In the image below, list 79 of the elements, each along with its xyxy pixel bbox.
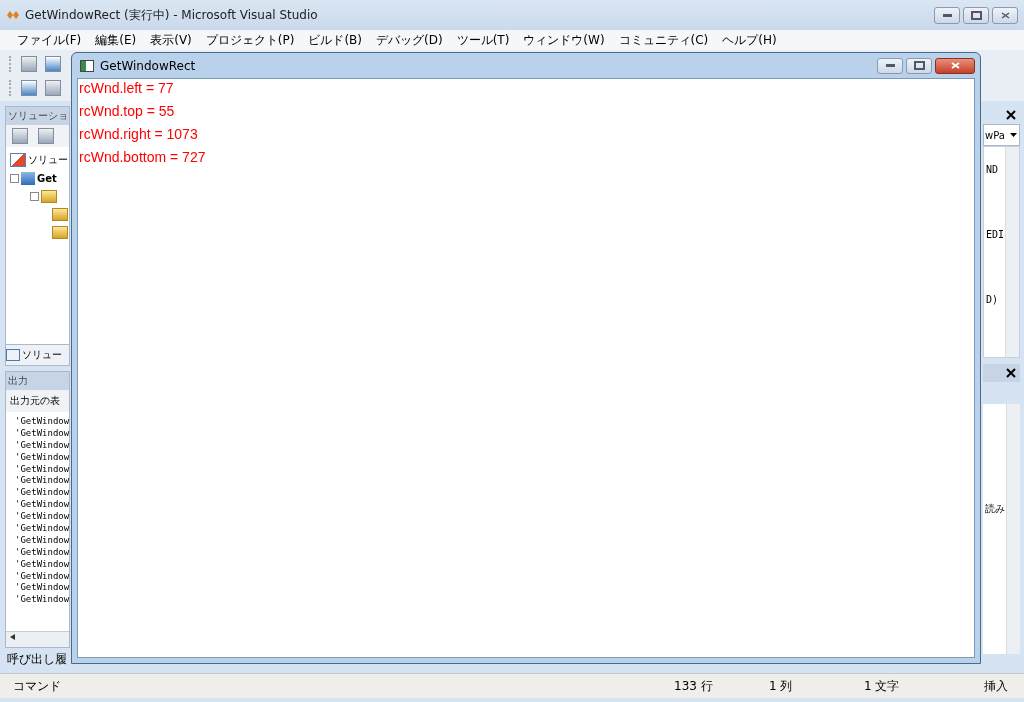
close-icon[interactable] bbox=[1005, 367, 1017, 379]
output-line: 'GetWindow bbox=[15, 569, 69, 582]
menu-item[interactable]: ビルド(B) bbox=[308, 31, 362, 49]
status-text: コマンド bbox=[13, 677, 61, 695]
close-button[interactable] bbox=[992, 6, 1018, 24]
output-text: rcWnd.left = 77 bbox=[79, 79, 175, 98]
output-line: 'GetWindow bbox=[15, 522, 69, 534]
output-line: 'GetWindow bbox=[15, 450, 69, 463]
code-text: D) bbox=[986, 294, 1000, 307]
caret-icon bbox=[1010, 133, 1017, 137]
tree-item[interactable]: Get bbox=[37, 172, 57, 184]
tree-item[interactable]: ソリュー bbox=[28, 153, 68, 167]
output-line: 'GetWindow bbox=[15, 593, 69, 606]
app-logo-icon bbox=[6, 10, 20, 20]
toolbar-icon[interactable] bbox=[21, 80, 37, 96]
toolbar-icon[interactable] bbox=[45, 56, 61, 72]
folder-icon bbox=[41, 189, 57, 203]
maximize-button[interactable] bbox=[906, 57, 932, 74]
toolbar-icon[interactable] bbox=[12, 128, 28, 144]
vertical-scrollbar[interactable] bbox=[1006, 404, 1020, 654]
close-icon[interactable] bbox=[1005, 109, 1017, 121]
code-text: EDI bbox=[986, 229, 1005, 242]
left-arrow-icon[interactable] bbox=[10, 634, 15, 640]
source-label: 出力元の表 bbox=[6, 390, 69, 412]
output-line: 'GetWindow bbox=[15, 510, 69, 522]
close-button[interactable] bbox=[935, 57, 975, 74]
status-text: 1 文字 bbox=[864, 677, 901, 695]
output-line: 'GetWindow bbox=[15, 426, 69, 439]
dropdown[interactable]: wPa bbox=[983, 124, 1020, 146]
code-text: ND bbox=[986, 164, 1000, 177]
output-text: rcWnd.top = 55 bbox=[79, 102, 176, 121]
menu-item[interactable]: ツール(T) bbox=[456, 31, 510, 49]
menu-item[interactable]: 表示(V) bbox=[150, 31, 192, 49]
output-line: 'GetWindow bbox=[15, 557, 69, 570]
menu-item[interactable]: ヘルプ(H) bbox=[722, 31, 777, 49]
maximize-button[interactable] bbox=[963, 6, 989, 24]
output-line: 'GetWindow bbox=[15, 462, 69, 475]
menu-item[interactable]: デバッグ(D) bbox=[376, 31, 443, 49]
output-line: 'GetWindow bbox=[15, 438, 69, 451]
menu-item[interactable]: コミュニティ(C) bbox=[618, 31, 709, 49]
output-line: 'GetWindow bbox=[15, 415, 69, 427]
panel-title: ソリューショ bbox=[6, 107, 69, 125]
output-text: rcWnd.right = 1073 bbox=[79, 125, 199, 144]
collapse-icon[interactable] bbox=[30, 191, 39, 201]
close-icon bbox=[1000, 11, 1010, 19]
toolbar-icon[interactable] bbox=[38, 128, 54, 144]
solution-icon bbox=[10, 153, 26, 167]
output-text: rcWnd.bottom = 727 bbox=[79, 148, 207, 167]
collapse-icon[interactable] bbox=[10, 173, 19, 183]
folder-icon bbox=[52, 225, 68, 239]
output-line: 'GetWindow bbox=[15, 545, 69, 558]
project-icon bbox=[21, 171, 35, 185]
toolbar-icon[interactable] bbox=[21, 56, 37, 72]
output-line: 'GetWindow bbox=[15, 533, 69, 546]
window-title: GetWindowRect bbox=[100, 58, 196, 73]
minimize-button[interactable] bbox=[934, 6, 960, 24]
output-line: 'GetWindow bbox=[15, 486, 69, 499]
window-icon bbox=[80, 59, 94, 72]
window-title: GetWindowRect (実行中) - Microsoft Visual Studio bbox=[25, 6, 318, 24]
panel-tab[interactable]: 呼び出し履 bbox=[7, 651, 67, 667]
minimize-button[interactable] bbox=[877, 57, 903, 74]
status-text: 133 行 bbox=[674, 677, 714, 695]
toolbar-icon[interactable] bbox=[45, 80, 61, 96]
menu-item[interactable]: プロジェクト(P) bbox=[205, 31, 295, 49]
output-text: 読み bbox=[984, 502, 1006, 516]
folder-icon bbox=[52, 207, 68, 221]
horizontal-scrollbar[interactable] bbox=[6, 631, 69, 647]
vertical-scrollbar[interactable] bbox=[1005, 147, 1019, 357]
status-text: 挿入 bbox=[984, 677, 1009, 695]
output-line: 'GetWindow bbox=[15, 498, 69, 511]
panel-tab[interactable]: ソリュー bbox=[6, 344, 69, 365]
close-icon bbox=[950, 62, 960, 69]
output-line: 'GetWindow bbox=[15, 474, 69, 487]
panel-title: 出力 bbox=[6, 372, 69, 390]
menu-item[interactable]: ウィンドウ(W) bbox=[523, 31, 605, 49]
menu-item[interactable]: 編集(E) bbox=[95, 31, 137, 49]
menu-item[interactable]: ファイル(F) bbox=[17, 31, 82, 49]
output-line: 'GetWindow bbox=[15, 581, 69, 594]
status-text: 1 列 bbox=[769, 677, 794, 695]
